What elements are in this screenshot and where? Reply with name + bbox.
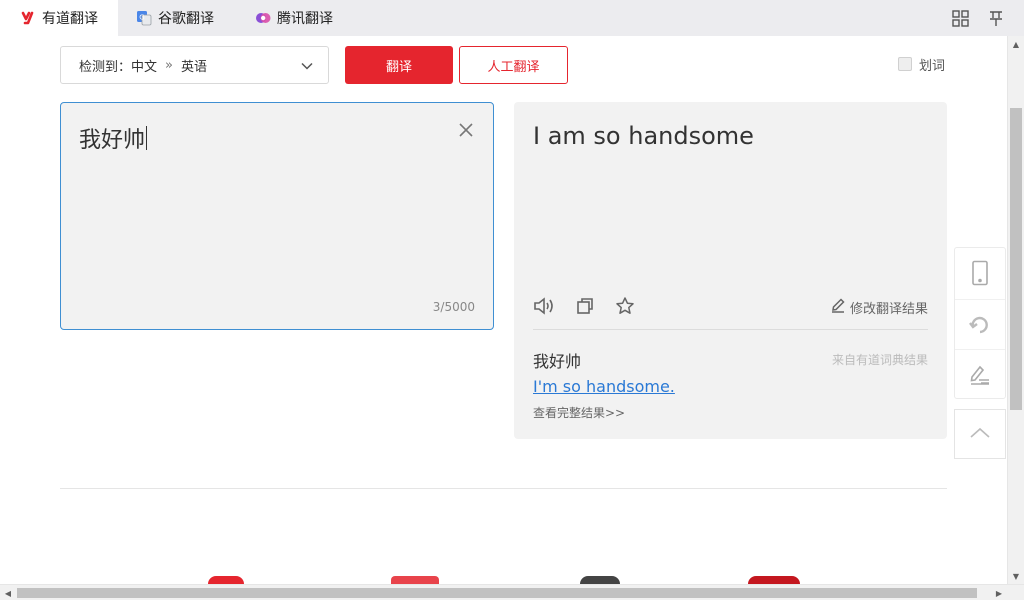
tab-bar: 有道翻译 G 谷歌翻译 腾讯翻译 [0,0,1024,36]
result-panel: I am so handsome 修改翻译结果 我好帅 来自有道词典结果 I'm… [514,102,947,439]
copy-icon[interactable] [574,295,596,317]
translator-window: 有道翻译 G 谷歌翻译 腾讯翻译 检测到： 中文 » 英语 翻译 人工翻译 划词… [0,0,1024,600]
translation-result: I am so handsome [533,122,754,150]
vertical-scrollbar[interactable]: ▲ ▼ [1007,36,1024,584]
horizontal-scroll-thumb[interactable] [17,588,977,598]
source-text: 我好帅 [79,128,146,153]
scroll-down-arrow-icon[interactable]: ▼ [1008,568,1024,584]
dict-word: 我好帅 [533,352,582,371]
close-icon[interactable] [457,121,475,139]
word-pick-toggle[interactable]: 划词 [898,55,946,74]
word-pick-checkbox[interactable] [898,57,912,71]
partial-image [208,576,244,584]
star-icon[interactable] [614,295,636,317]
language-separator: » [165,57,173,73]
horizontal-scrollbar[interactable]: ◀ ▶ [0,584,1024,600]
youdao-logo-icon [20,10,36,26]
chevron-up-icon [969,425,991,444]
grid-icon[interactable] [950,8,970,28]
source-input[interactable]: 我好帅 3/5000 [60,102,494,330]
char-count: 3/5000 [432,300,475,314]
refresh-icon[interactable] [955,299,1005,349]
scroll-right-arrow-icon[interactable]: ▶ [991,585,1007,600]
mobile-icon[interactable] [955,248,1005,298]
full-result-link[interactable]: 查看完整结果>> [533,404,625,421]
side-tools [954,247,1006,399]
back-to-top-button[interactable] [954,409,1006,459]
source-language: 中文 [131,59,158,75]
speaker-icon[interactable] [533,295,555,317]
partial-image [580,576,620,584]
edit-result-button[interactable]: 修改翻译结果 [830,297,928,317]
human-translate-button[interactable]: 人工翻译 [459,46,568,84]
dict-source: 来自有道词典结果 [831,353,928,367]
chevron-down-icon [300,59,314,73]
pin-icon[interactable] [986,8,1006,28]
text-caret [146,126,148,150]
tab-label: 有道翻译 [42,11,98,27]
language-select[interactable]: 检测到： 中文 » 英语 [60,46,329,84]
pencil-icon [830,297,850,317]
tab-label: 谷歌翻译 [158,11,214,27]
feedback-icon[interactable] [955,349,1005,399]
scroll-left-arrow-icon[interactable]: ◀ [0,585,16,600]
dict-translation-link[interactable]: I'm so handsome. [533,377,675,396]
source-text-wrap: 我好帅 [79,122,148,154]
word-pick-label: 划词 [919,58,946,74]
translate-button[interactable]: 翻译 [345,46,453,84]
result-divider [533,329,928,330]
partial-image [391,576,439,584]
vertical-scroll-thumb[interactable] [1010,108,1022,410]
scroll-up-arrow-icon[interactable]: ▲ [1008,36,1024,52]
partial-image [748,576,800,584]
svg-text:G: G [139,14,144,22]
tencent-translate-icon [255,10,271,26]
target-language: 英语 [181,59,208,75]
page-divider [60,488,947,489]
tab-google[interactable]: G 谷歌翻译 [136,0,246,36]
google-translate-icon: G [136,10,152,26]
detect-label: 检测到： [79,59,132,75]
tab-label: 腾讯翻译 [277,11,333,27]
edit-result-label: 修改翻译结果 [849,301,928,317]
tab-youdao[interactable]: 有道翻译 [0,0,118,36]
tab-tencent[interactable]: 腾讯翻译 [255,0,365,36]
